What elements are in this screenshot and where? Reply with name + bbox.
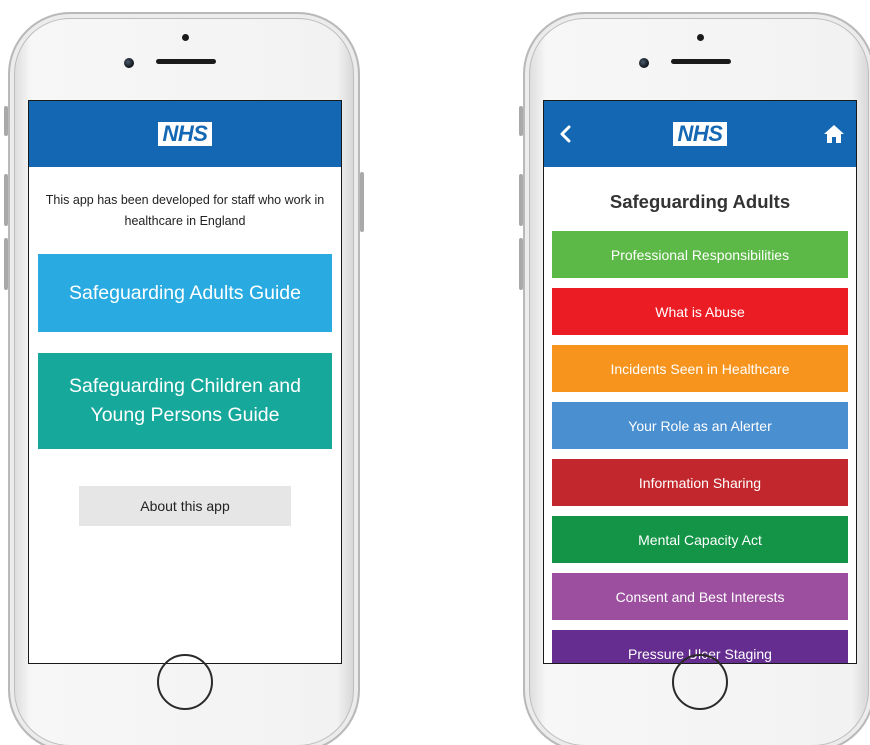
menu-item-label: What is Abuse bbox=[655, 303, 745, 320]
volume-up-button bbox=[4, 174, 8, 226]
menu-item[interactable]: Your Role as an Alerter bbox=[552, 402, 848, 449]
earpiece-speaker bbox=[671, 59, 731, 64]
proximity-sensor bbox=[182, 34, 189, 41]
home-icon bbox=[824, 125, 844, 143]
earpiece-speaker bbox=[156, 59, 216, 64]
nhs-logo: NHS bbox=[672, 122, 728, 146]
page-title: Safeguarding Adults bbox=[609, 191, 791, 212]
menu-item-label: Incidents Seen in Healthcare bbox=[610, 360, 790, 377]
nhs-logo: NHS bbox=[157, 122, 213, 146]
phone-home-button[interactable] bbox=[157, 654, 213, 710]
phone-frame-left: NHS This app has been developed for staf… bbox=[4, 12, 364, 745]
menu-item[interactable]: Professional Responsibilities bbox=[552, 231, 848, 278]
about-app-button[interactable]: About this app bbox=[79, 486, 291, 526]
volume-down-button bbox=[4, 238, 8, 290]
home-button[interactable] bbox=[822, 122, 846, 146]
volume-down-button bbox=[519, 238, 523, 290]
back-button[interactable] bbox=[554, 122, 576, 146]
menu-item[interactable]: Information Sharing bbox=[552, 459, 848, 506]
menu-item[interactable]: Mental Capacity Act bbox=[552, 516, 848, 563]
menu-item-label: Mental Capacity Act bbox=[638, 531, 762, 548]
children-guide-label: Safeguarding Children and Young Persons … bbox=[68, 375, 301, 426]
menu-item-label: Your Role as an Alerter bbox=[628, 417, 772, 434]
mute-switch bbox=[519, 106, 523, 136]
about-app-label: About this app bbox=[140, 498, 230, 514]
menu-item[interactable]: Consent and Best Interests bbox=[552, 573, 848, 620]
proximity-sensor bbox=[697, 34, 704, 41]
mute-switch bbox=[4, 106, 8, 136]
front-camera bbox=[639, 58, 649, 68]
topic-menu: Professional Responsibilities What is Abu… bbox=[544, 231, 856, 663]
chevron-left-icon bbox=[560, 125, 571, 143]
menu-item[interactable]: What is Abuse bbox=[552, 288, 848, 335]
home-screen: NHS This app has been developed for staf… bbox=[28, 100, 342, 664]
volume-up-button bbox=[519, 174, 523, 226]
menu-item-label: Professional Responsibilities bbox=[610, 246, 790, 263]
children-guide-button[interactable]: Safeguarding Children and Young Persons … bbox=[38, 353, 332, 449]
menu-item-label: Consent and Best Interests bbox=[615, 588, 785, 605]
menu-item[interactable]: Incidents Seen in Healthcare bbox=[552, 345, 848, 392]
intro-text: This app has been developed for staff wh… bbox=[45, 193, 325, 228]
header-bar: NHS bbox=[29, 101, 341, 167]
header-bar: NHS bbox=[544, 101, 856, 167]
adults-guide-button[interactable]: Safeguarding Adults Guide bbox=[38, 254, 332, 332]
front-camera bbox=[124, 58, 134, 68]
menu-item-label: Information Sharing bbox=[638, 474, 762, 491]
phone-home-button[interactable] bbox=[672, 654, 728, 710]
adults-guide-label: Safeguarding Adults Guide bbox=[68, 281, 301, 304]
adults-guide-screen: NHS Safeguarding Adults Professional Res… bbox=[543, 100, 857, 664]
power-button bbox=[360, 172, 364, 232]
phone-frame-right: NHS Safeguarding Adults Professional Res… bbox=[519, 12, 870, 745]
